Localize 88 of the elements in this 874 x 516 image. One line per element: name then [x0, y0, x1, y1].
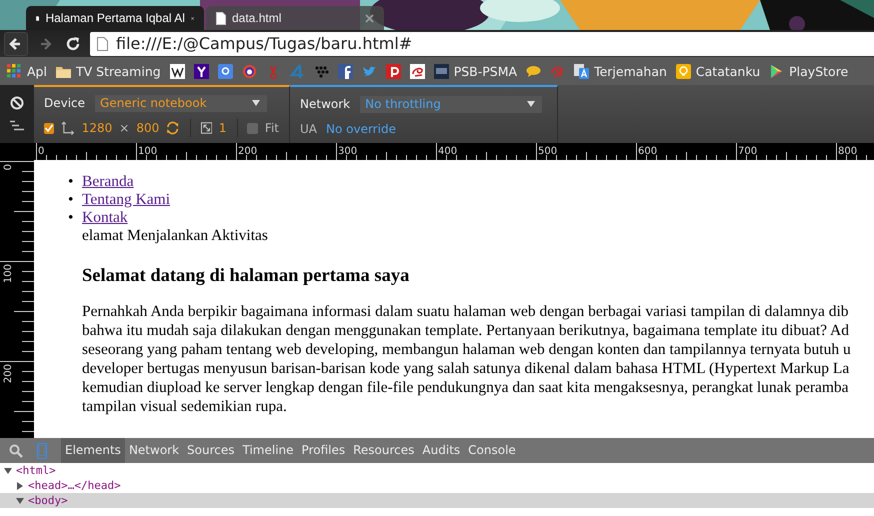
- device-select[interactable]: Generic notebook: [95, 94, 268, 112]
- html-tag[interactable]: <head>…</head>: [28, 479, 121, 492]
- bookmark-icon[interactable]: [386, 64, 401, 78]
- speech-bubble-icon[interactable]: [526, 64, 542, 78]
- page-icon: [97, 36, 108, 50]
- devtools-tab[interactable]: Profiles: [298, 438, 350, 463]
- translate-icon: [574, 64, 590, 78]
- dropdown-arrow-icon: [252, 100, 260, 106]
- bookmark-icon[interactable]: [338, 64, 353, 78]
- bookmark[interactable]: PSB-PSMA: [434, 64, 518, 78]
- bookmark[interactable]: PlayStore: [769, 64, 848, 78]
- bookmark-icon[interactable]: [194, 64, 209, 78]
- bookmark-icon[interactable]: [410, 64, 425, 78]
- play-icon: [769, 64, 784, 78]
- ruler-label: 200: [238, 146, 258, 157]
- devtools-tab[interactable]: Timeline: [238, 438, 298, 463]
- ruler-label: 200: [3, 364, 14, 384]
- ruler-label: 100: [138, 146, 158, 157]
- close-icon[interactable]: [365, 14, 374, 22]
- address-field[interactable]: file:///E:/@Campus/Tugas/baru.html#: [90, 32, 874, 56]
- rotate-icon[interactable]: [166, 121, 180, 136]
- paragraph-line: Pernahkah Anda berpikir bagaimana informasi dalam suatu halaman web dengan berbagai variasi tampilan di dalamnya dib: [82, 302, 850, 321]
- resize-icon: [61, 121, 75, 136]
- ruler-label: 100: [3, 264, 14, 284]
- media-query-icon[interactable]: [9, 120, 25, 132]
- nav-link[interactable]: Beranda: [82, 173, 134, 191]
- browser-tab[interactable]: Halaman Pertama Iqbal Al: [26, 6, 204, 30]
- paragraph-line: kemudian diupload ke server lengkap dengan file-file pendukungnya dan saat kita mengaksesnya, perangkat lunak peramba: [82, 378, 850, 397]
- user-agent-value[interactable]: No override: [326, 122, 396, 136]
- devtools-tab[interactable]: Console: [464, 438, 520, 463]
- bookmark[interactable]: Terjemahan: [574, 64, 667, 78]
- bookmark[interactable]: Catatanku: [676, 64, 760, 78]
- tree-row[interactable]: <body>: [0, 493, 874, 508]
- marquee-text: elamat Menjalankan Aktivitas: [82, 227, 269, 245]
- devtools-tab[interactable]: Resources: [349, 438, 418, 463]
- dropdown-arrow-icon: [527, 101, 536, 108]
- ruler-label: 0: [3, 164, 14, 170]
- paragraph-line: developer bertugas menyusun barisan-barisan kode yang salah satunya dikenal dalam bahasa HTML (Hypertext Markup La: [82, 359, 850, 378]
- lightbulb-icon: [676, 64, 691, 78]
- browser-tab[interactable]: data.html: [206, 6, 384, 30]
- ruler-label: 0: [38, 146, 44, 157]
- tree-row[interactable]: <head>…</head>: [0, 478, 874, 493]
- network-label: Network: [300, 97, 350, 112]
- page-heading: Selamat datang di halaman pertama saya: [82, 265, 410, 287]
- html-tag[interactable]: <html>: [16, 464, 56, 477]
- scale-icon: [200, 122, 212, 134]
- ruler-label: 300: [338, 146, 358, 157]
- height-value[interactable]: 800: [136, 121, 160, 136]
- nav-link[interactable]: Kontak: [82, 209, 128, 227]
- bookmark-icon[interactable]: [170, 64, 185, 78]
- bullet-mark: •: [68, 191, 74, 209]
- expanded-triangle-icon[interactable]: [4, 466, 12, 474]
- bookmark-icon: [434, 64, 449, 78]
- ua-label: UA: [300, 122, 317, 136]
- search-icon[interactable]: [9, 444, 23, 458]
- bullet-mark: •: [68, 173, 74, 191]
- scale-value[interactable]: 1: [218, 121, 227, 136]
- bullet-mark: •: [68, 209, 74, 227]
- ruler-label: 800: [838, 146, 858, 157]
- bookmark[interactable]: TV Streaming: [56, 64, 161, 78]
- devtools-tab[interactable]: Network: [124, 438, 184, 463]
- ruler-label: 600: [638, 146, 658, 157]
- ruler-label: 500: [538, 146, 558, 157]
- tree-row[interactable]: <html>: [0, 463, 874, 478]
- bookmark[interactable]: Apl: [7, 64, 47, 78]
- times-sign: ×: [119, 121, 130, 136]
- bookmark-icon[interactable]: [242, 64, 257, 78]
- nav-link[interactable]: Tentang Kami: [82, 191, 170, 209]
- paragraph-line: seseorang yang paham tentang web developing, membangun halaman web dengan konten dan tampilannya ternyata butuh u: [82, 340, 852, 359]
- fit-label: Fit: [264, 121, 279, 136]
- collapsed-triangle-icon[interactable]: [16, 482, 24, 490]
- width-value[interactable]: 1280: [82, 121, 112, 136]
- devtools-tab[interactable]: Audits: [418, 438, 464, 463]
- page-icon: [216, 12, 226, 24]
- checkbox[interactable]: [44, 122, 54, 134]
- paragraph-line: tampilan visual sedemikian rupa.: [82, 397, 288, 416]
- apps-grid-icon: [7, 64, 22, 78]
- expanded-triangle-icon[interactable]: [16, 496, 24, 504]
- paragraph-line: bahwa itu mudah saja dilakukan dengan menggunakan template. Pertanyaan berikutnya, bagaimana template itu dibuat? Ad: [82, 321, 850, 340]
- block-icon[interactable]: [10, 96, 24, 110]
- bookmark-icon[interactable]: [218, 64, 233, 78]
- devtools-tab[interactable]: Elements: [61, 438, 125, 463]
- ruler-label: 700: [738, 146, 758, 157]
- checkbox[interactable]: [247, 122, 258, 134]
- device-label: Device: [44, 96, 86, 110]
- devtools-tab[interactable]: Sources: [183, 438, 239, 463]
- ruler-label: 400: [438, 146, 458, 157]
- html-tag[interactable]: <body>: [28, 494, 68, 507]
